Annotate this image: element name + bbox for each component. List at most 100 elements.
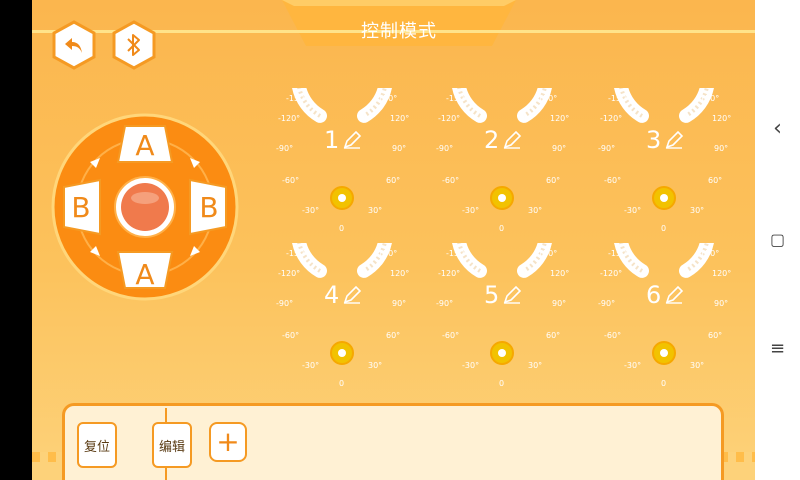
tick-label: -30° [462, 361, 480, 370]
tick-label: 60° [708, 176, 723, 185]
tick-label: -120° [278, 114, 301, 123]
tick-label: 90° [392, 299, 407, 308]
joystick-top-label: A [135, 129, 154, 162]
pencil-icon[interactable] [502, 130, 522, 150]
tick-label: -30° [462, 206, 480, 215]
servo-gauge-4[interactable]: 4 -150° -120° -90° -60° -30° 0 30° 60° 90° 120° 150… [272, 181, 412, 393]
tick-label: 30° [368, 206, 383, 215]
joystick-left-label: B [71, 191, 90, 224]
page-title: 控制模式 [361, 21, 437, 42]
tick-label: 0 [661, 379, 667, 388]
tick-label: 150° [538, 94, 558, 103]
servo-gauge-5[interactable]: 5 -150° -120° -90° -60° -30° 0 30° 60° 90° 120° 150… [432, 181, 572, 393]
tick-label: 60° [386, 176, 401, 185]
tick-label: -90° [598, 299, 616, 308]
servo-gauge-2[interactable]: 2 -150° -120° -90° -60° -30° 0 30° 60° 90° 120° 150… [432, 26, 572, 238]
tick-label: 150° [538, 249, 558, 258]
tick-label: 0 [661, 224, 667, 233]
pencil-icon[interactable] [342, 285, 362, 305]
tick-label: -30° [624, 206, 642, 215]
tick-label: -150° [608, 94, 631, 103]
tick-label: -60° [604, 176, 622, 185]
tick-label: 30° [528, 206, 543, 215]
tick-label: 60° [546, 176, 561, 185]
tick-label: -150° [446, 249, 469, 258]
tick-label: -90° [598, 144, 616, 153]
tick-label: 30° [690, 361, 705, 370]
tick-label: -90° [436, 144, 454, 153]
back-arrow-icon [65, 38, 82, 53]
tick-label: 150° [700, 249, 720, 258]
pencil-icon[interactable] [664, 130, 684, 150]
tick-label: 120° [712, 269, 732, 278]
tick-label: -150° [286, 249, 309, 258]
tick-label: 60° [386, 331, 401, 340]
tick-label: 90° [714, 299, 729, 308]
bluetooth-icon [127, 34, 140, 56]
app-window: 控制模式 A A B B 1 -150° -120° -90° -60° -30… [32, 0, 755, 480]
tick-label: 30° [368, 361, 383, 370]
pencil-icon[interactable] [342, 130, 362, 150]
tick-label: 150° [700, 94, 720, 103]
tick-label: -120° [600, 269, 623, 278]
edit-button[interactable]: 编辑 [152, 422, 192, 468]
servo-gauge-1[interactable]: 1 -150° -120° -90° -60° -30° 0 30° 60° 90° 120° 150… [272, 26, 412, 238]
add-button[interactable]: + [209, 422, 247, 462]
servo-number: 6 [646, 281, 662, 309]
servo-gauge-3[interactable]: 3 -150° -120° -90° -60° -30° 0 30° 60° 90° 120° 150… [594, 26, 734, 238]
tick-label: -60° [442, 176, 460, 185]
reset-button[interactable]: 复位 [77, 422, 117, 468]
system-nav-bar: ‹ ▢ ≡ [755, 0, 800, 480]
bluetooth-button[interactable] [112, 20, 156, 70]
servo-gauge-6[interactable]: 6 -150° -120° -90° -60° -30° 0 30° 60° 90° 120° 150… [594, 181, 734, 393]
pencil-icon[interactable] [502, 285, 522, 305]
nav-back-button[interactable]: ‹ [755, 116, 800, 141]
tick-label: -120° [438, 269, 461, 278]
tick-label: 90° [392, 144, 407, 153]
servo-number: 2 [484, 126, 500, 154]
tick-label: 0 [499, 224, 505, 233]
screen: 控制模式 A A B B 1 -150° -120° -90° -60° -30… [0, 0, 800, 480]
servo-number: 4 [324, 281, 340, 309]
tick-label: -60° [442, 331, 460, 340]
servo-number: 5 [484, 281, 500, 309]
tick-label: -150° [608, 249, 631, 258]
tick-label: -120° [600, 114, 623, 123]
joystick[interactable]: A A B B [50, 112, 240, 302]
tick-label: 0 [499, 379, 505, 388]
tick-label: 90° [552, 299, 567, 308]
pencil-icon[interactable] [664, 285, 684, 305]
tick-label: 30° [528, 361, 543, 370]
tick-label: -60° [282, 176, 300, 185]
left-black-bar [0, 0, 32, 480]
nav-menu-button[interactable]: ≡ [755, 338, 800, 359]
tick-label: 150° [378, 249, 398, 258]
tick-label: -60° [282, 331, 300, 340]
tick-label: 0 [339, 224, 345, 233]
tick-label: 90° [714, 144, 729, 153]
tick-label: 120° [712, 114, 732, 123]
tick-label: 120° [390, 269, 410, 278]
tick-label: -90° [276, 299, 294, 308]
tick-label: -30° [302, 206, 320, 215]
tick-label: -120° [438, 114, 461, 123]
tick-label: -90° [436, 299, 454, 308]
tick-label: -30° [302, 361, 320, 370]
joystick-right-label: B [199, 191, 218, 224]
tick-label: 60° [546, 331, 561, 340]
tick-label: -30° [624, 361, 642, 370]
servo-number: 3 [646, 126, 662, 154]
tick-label: 90° [552, 144, 567, 153]
tick-label: -150° [286, 94, 309, 103]
joystick-bottom-label: A [135, 258, 154, 291]
tick-label: 120° [550, 269, 570, 278]
tick-label: -90° [276, 144, 294, 153]
tick-label: 150° [378, 94, 398, 103]
tick-label: -60° [604, 331, 622, 340]
tick-label: -120° [278, 269, 301, 278]
tick-label: -150° [446, 94, 469, 103]
servo-number: 1 [324, 126, 340, 154]
nav-home-button[interactable]: ▢ [755, 230, 800, 249]
back-button[interactable] [52, 20, 96, 70]
tick-label: 60° [708, 331, 723, 340]
